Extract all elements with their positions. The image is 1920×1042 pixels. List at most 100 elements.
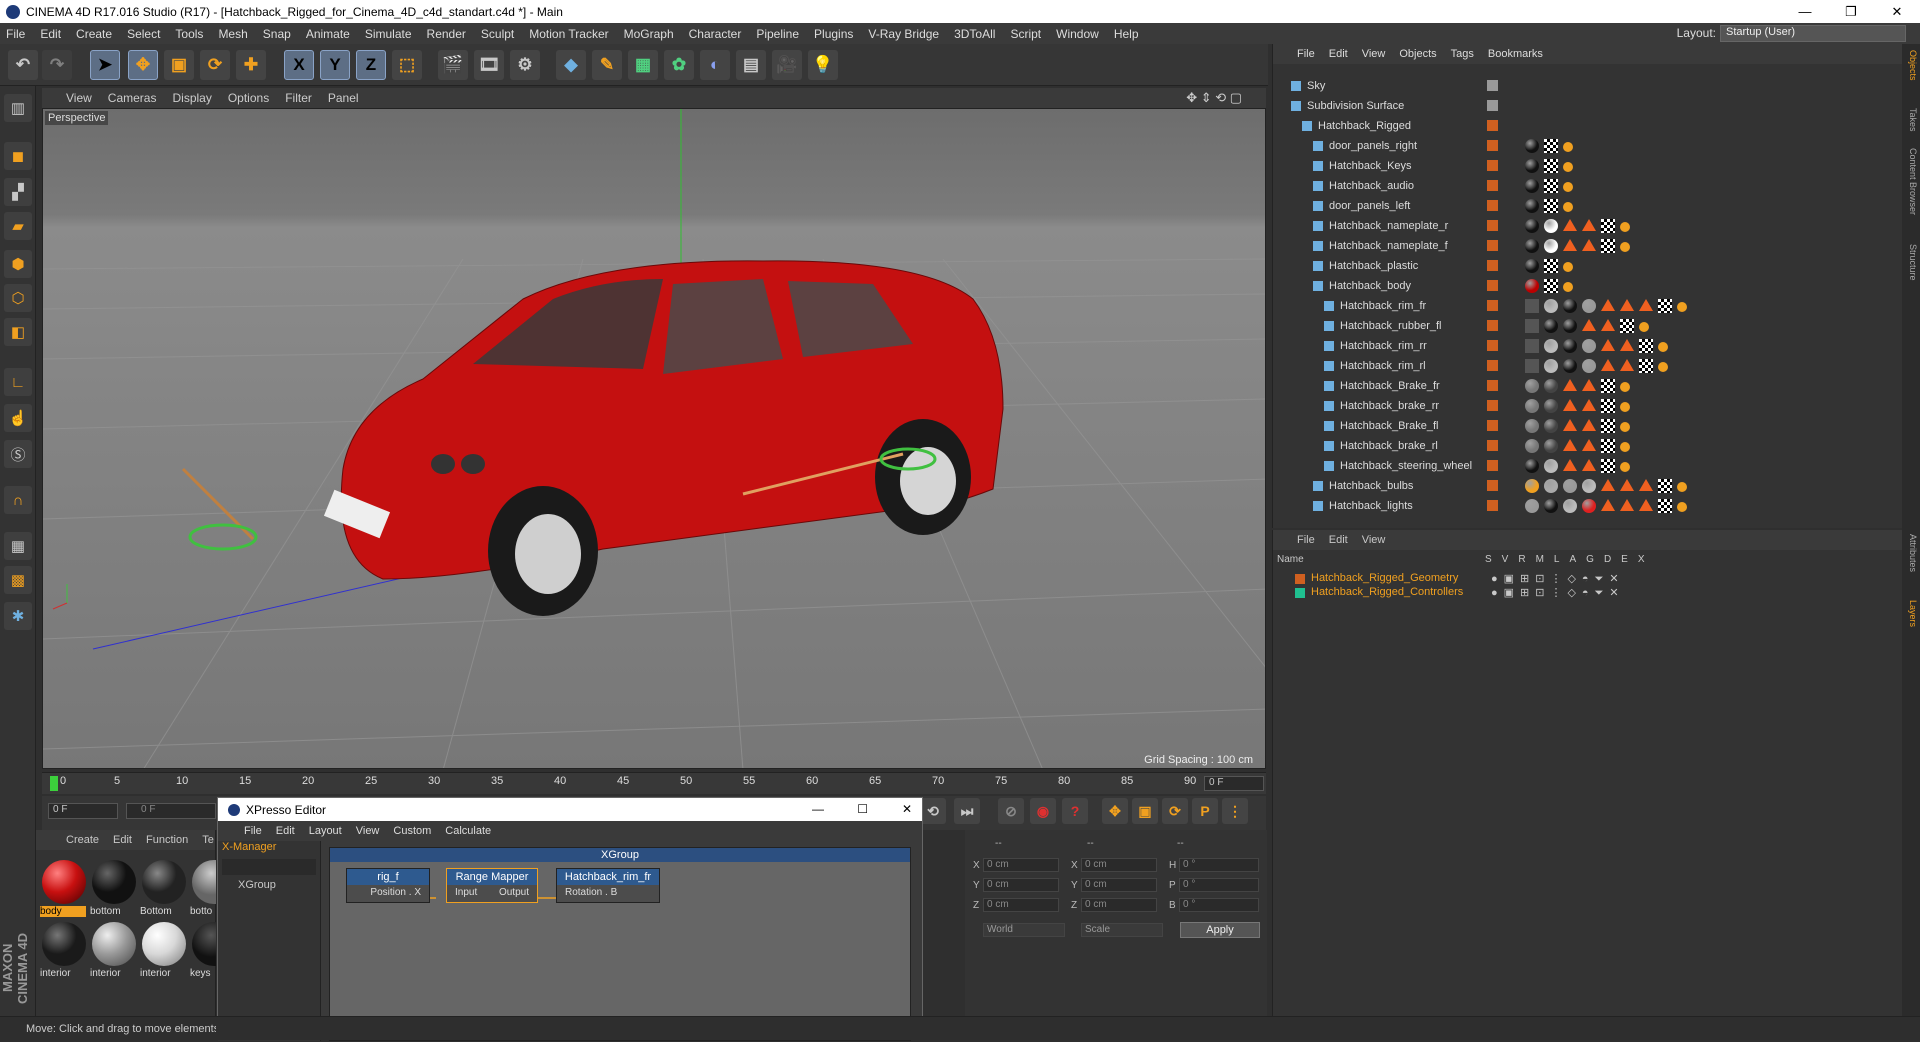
- material-tag-icon[interactable]: [1525, 379, 1539, 393]
- menu-help[interactable]: Help: [1114, 27, 1139, 41]
- apply-button[interactable]: Apply: [1180, 922, 1260, 938]
- dots-tag-icon[interactable]: [1677, 502, 1687, 512]
- loop-icon[interactable]: ⟲: [920, 798, 946, 824]
- texture-tag-icon[interactable]: [1639, 359, 1653, 373]
- layer-column-header[interactable]: L: [1554, 554, 1560, 565]
- object-row[interactable]: Hatchback_Keys: [1273, 156, 1893, 176]
- side-tab-attributes[interactable]: Attributes: [1904, 534, 1918, 572]
- xgroup-canvas[interactable]: XGroup rig_f Position . X Range Mapper I…: [329, 847, 911, 1041]
- object-row[interactable]: Sky: [1273, 76, 1893, 96]
- key-parameter-icon[interactable]: P: [1192, 798, 1218, 824]
- texture-tag-icon[interactable]: [1601, 439, 1615, 453]
- recent-tool-icon[interactable]: ✚: [236, 50, 266, 80]
- material-tag-icon[interactable]: [1544, 339, 1558, 353]
- dots-tag-icon[interactable]: [1620, 442, 1630, 452]
- material-tag-icon[interactable]: [1525, 199, 1539, 213]
- dots-tag-icon[interactable]: [1677, 302, 1687, 312]
- object-row[interactable]: Hatchback_nameplate_r: [1273, 216, 1893, 236]
- make-editable-icon[interactable]: ▥: [4, 94, 32, 122]
- menu-render[interactable]: Render: [427, 27, 466, 41]
- material-tag-icon[interactable]: [1544, 219, 1558, 233]
- dots-tag-icon[interactable]: [1563, 182, 1573, 192]
- side-tab-takes[interactable]: Takes: [1904, 108, 1918, 132]
- material-tag-icon[interactable]: [1544, 499, 1558, 513]
- material-tag-icon[interactable]: [1563, 499, 1577, 513]
- dots-tag-icon[interactable]: [1563, 282, 1573, 292]
- material-tag-icon[interactable]: [1563, 339, 1577, 353]
- menu-3dtoall[interactable]: 3DToAll: [954, 27, 995, 41]
- layer-swatch[interactable]: [1487, 340, 1498, 351]
- snap-icon[interactable]: Ⓢ: [4, 440, 32, 468]
- menu-simulate[interactable]: Simulate: [365, 27, 412, 41]
- material-menu-texture[interactable]: Te: [202, 834, 214, 846]
- selection-tag-icon[interactable]: [1563, 219, 1577, 231]
- dots-tag-icon[interactable]: [1620, 462, 1630, 472]
- 3d-viewport[interactable]: Perspective Grid Spacing : 100 cm: [42, 108, 1266, 769]
- scale-icon[interactable]: ▣: [164, 50, 194, 80]
- material-tag-icon[interactable]: [1582, 479, 1596, 493]
- render-picture-viewer-icon[interactable]: 🎞: [474, 50, 504, 80]
- material-swatch[interactable]: [92, 922, 136, 966]
- material-tag-icon[interactable]: [1563, 479, 1577, 493]
- xpresso-close-button[interactable]: ✕: [902, 802, 912, 816]
- material-swatch-body[interactable]: [42, 860, 86, 904]
- uvw-tag-icon[interactable]: [1525, 339, 1539, 353]
- layer-swatch[interactable]: [1487, 320, 1498, 331]
- node-out-port[interactable]: Position . X: [370, 887, 421, 898]
- edges-mode-icon[interactable]: ⬡: [4, 284, 32, 312]
- object-row[interactable]: Hatchback_rim_fr: [1273, 296, 1893, 316]
- x-axis-icon[interactable]: X: [284, 50, 314, 80]
- material-tag-icon[interactable]: [1582, 299, 1596, 313]
- python-icon[interactable]: ✱: [4, 602, 32, 630]
- layer-swatch[interactable]: [1487, 280, 1498, 291]
- selection-tag-icon[interactable]: [1582, 419, 1596, 431]
- size-y-field[interactable]: 0 cm: [1081, 878, 1157, 892]
- object-row[interactable]: Subdivision Surface: [1273, 96, 1893, 116]
- key-position-icon[interactable]: ✥: [1102, 798, 1128, 824]
- dots-tag-icon[interactable]: [1620, 222, 1630, 232]
- selection-tag-icon[interactable]: [1601, 499, 1615, 511]
- object-row[interactable]: Hatchback_steering_wheel: [1273, 456, 1893, 476]
- layer-column-header[interactable]: R: [1518, 554, 1525, 565]
- material-tag-icon[interactable]: [1525, 259, 1539, 273]
- object-row[interactable]: Hatchback_bulbs: [1273, 476, 1893, 496]
- selection-tag-icon[interactable]: [1639, 299, 1653, 311]
- restore-button[interactable]: ❐: [1828, 0, 1874, 23]
- end-frame-field[interactable]: 0 F: [1204, 776, 1264, 791]
- rotate-icon[interactable]: ⟳: [200, 50, 230, 80]
- camera-icon[interactable]: 🎥: [772, 50, 802, 80]
- undo-icon[interactable]: ↶: [8, 50, 38, 80]
- layer-column-header[interactable]: D: [1604, 554, 1611, 565]
- menu-pipeline[interactable]: Pipeline: [756, 27, 799, 41]
- layer-swatch[interactable]: [1487, 80, 1498, 91]
- playhead[interactable]: [50, 776, 58, 791]
- layer-row[interactable]: Hatchback_Rigged_Geometry ●▣⊞⊡⋮◇◓⏷✕: [1273, 572, 1893, 586]
- material-swatch[interactable]: [192, 922, 216, 966]
- x-manager-xgroup-item[interactable]: XGroup: [218, 879, 320, 891]
- object-menu-edit[interactable]: Edit: [1329, 48, 1348, 60]
- selection-tag-icon[interactable]: [1582, 399, 1596, 411]
- selection-tag-icon[interactable]: [1601, 339, 1615, 351]
- material-tag-icon[interactable]: [1525, 479, 1539, 493]
- menu-snap[interactable]: Snap: [263, 27, 291, 41]
- xpresso-menu-view[interactable]: View: [356, 825, 380, 837]
- menu-plugins[interactable]: Plugins: [814, 27, 853, 41]
- dots-tag-icon[interactable]: [1620, 402, 1630, 412]
- selection-tag-icon[interactable]: [1601, 479, 1615, 491]
- rotation-b-field[interactable]: 0 °: [1179, 898, 1259, 912]
- dots-tag-icon[interactable]: [1639, 322, 1649, 332]
- array-icon[interactable]: ✿: [664, 50, 694, 80]
- layer-column-header[interactable]: X: [1638, 554, 1645, 565]
- keyframe-selection-icon[interactable]: ?: [1062, 798, 1088, 824]
- dots-tag-icon[interactable]: [1658, 342, 1668, 352]
- menu-character[interactable]: Character: [689, 27, 742, 41]
- dots-tag-icon[interactable]: [1563, 262, 1573, 272]
- points-mode-icon[interactable]: ⬢: [4, 250, 32, 278]
- material-tag-icon[interactable]: [1544, 239, 1558, 253]
- subdivision-icon[interactable]: ▦: [628, 50, 658, 80]
- texture-tag-icon[interactable]: [1544, 139, 1558, 153]
- viewport-menu-view[interactable]: View: [66, 91, 92, 105]
- selection-tag-icon[interactable]: [1620, 359, 1634, 371]
- workplane-lock-icon[interactable]: ▦: [4, 532, 32, 560]
- dots-tag-icon[interactable]: [1563, 202, 1573, 212]
